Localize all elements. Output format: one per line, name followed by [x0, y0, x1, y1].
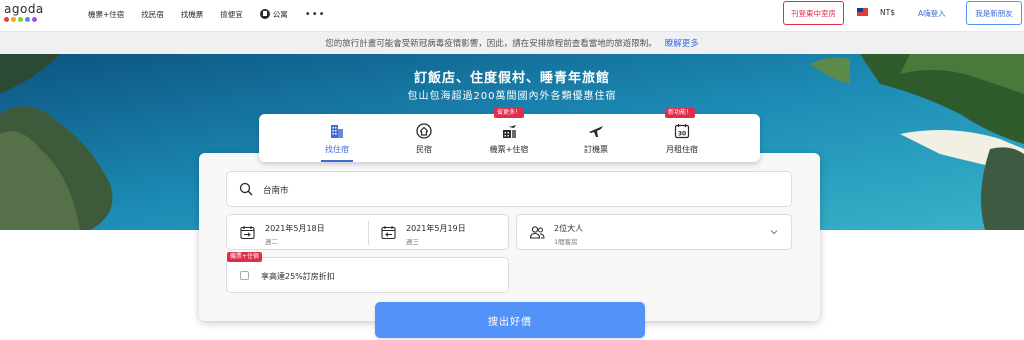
tab-monthly-stays[interactable]: 新功能！ 30 月租住宿	[640, 108, 724, 162]
search-panel: 台南市 2021年5月18日 週二 2021年5月19日 週三 2位大人 1間客…	[199, 153, 820, 321]
login-link[interactable]: A嗨登入	[918, 8, 946, 19]
flight-hotel-icon	[503, 125, 516, 138]
notice-text: 您的旅行計畫可能會受新冠病毒疫情影響，因此，請在安排旅程前查看當地的旅遊限制。	[325, 39, 657, 49]
search-icon	[239, 182, 253, 196]
taiwan-flag-icon[interactable]	[857, 8, 868, 16]
register-button[interactable]: 我是新朋友	[966, 1, 1022, 25]
tab-homes-label: 民宿	[416, 145, 432, 154]
nav-deals[interactable]: 撿便宜	[220, 9, 243, 20]
checkin-date: 2021年5月18日	[265, 224, 325, 233]
house-icon	[416, 123, 432, 139]
airplane-icon	[589, 126, 603, 137]
bundle-option[interactable]: 機票+住宿 享高達25%訂房折扣	[226, 252, 509, 293]
logo-dot	[25, 17, 30, 22]
bundle-label: 享高達25%訂房折扣	[261, 272, 335, 281]
tab-hotels-label: 找住宿	[325, 145, 349, 154]
nav-apartments-label: 公寓	[272, 9, 288, 19]
monthly-stays-badge: 新功能！	[665, 108, 696, 118]
nav-homes[interactable]: 找民宿	[141, 9, 164, 20]
agoda-logo[interactable]: agoda	[4, 2, 46, 30]
checkin-field[interactable]: 2021年5月18日 週二	[227, 215, 368, 251]
logo-dot	[11, 17, 16, 22]
brand-name: agoda	[4, 2, 44, 16]
checkout-day: 週三	[406, 238, 419, 246]
date-picker[interactable]: 2021年5月18日 週二 2021年5月19日 週三	[226, 214, 509, 250]
destination-input[interactable]: 台南市	[226, 171, 792, 207]
calendar-checkin-icon	[240, 226, 255, 240]
hero-subtitle: 包山包海超過200萬間國內外各類優惠住宿	[407, 91, 617, 102]
tab-monthly-stays-label: 月租住宿	[666, 145, 698, 154]
tab-flight-hotel-label: 機票+住宿	[489, 145, 529, 154]
search-button[interactable]: 搜出好價	[375, 302, 645, 338]
hero-title: 訂飯店、住度假村、睡青年旅館	[413, 71, 610, 86]
calendar-30-icon: 30	[674, 124, 690, 139]
tab-flight-hotel[interactable]: 省更多！ 機票+住宿	[467, 108, 551, 162]
checkout-field[interactable]: 2021年5月19日 週三	[368, 215, 509, 251]
guests-rooms: 1間客房	[554, 238, 578, 246]
flight-hotel-badge: 省更多！	[494, 108, 525, 118]
logo-dot	[4, 17, 9, 22]
bundle-checkbox[interactable]	[240, 271, 249, 280]
tab-flights[interactable]: 訂機票	[554, 114, 638, 162]
chevron-down-icon	[770, 230, 778, 235]
more-menu-icon[interactable]: •••	[305, 9, 326, 20]
nav-apartments[interactable]: 公寓	[259, 9, 288, 20]
brand-dots	[4, 17, 37, 22]
logo-dot	[32, 17, 37, 22]
checkin-day: 週二	[265, 238, 278, 246]
guests-selector[interactable]: 2位大人 1間客房	[516, 214, 792, 250]
hotel-icon	[331, 125, 343, 138]
bundle-badge: 機票+住宿	[227, 252, 263, 262]
top-nav: agoda 機票+住宿 找民宿 找機票 撿便宜 公寓 ••• 刊登東中室房 NT…	[0, 0, 1024, 32]
guests-icon	[529, 226, 545, 239]
checkout-date: 2021年5月19日	[406, 224, 466, 233]
nav-flight-hotel[interactable]: 機票+住宿	[88, 9, 124, 20]
tab-hotels[interactable]: 找住宿	[295, 114, 379, 162]
calendar-checkout-icon	[381, 226, 396, 240]
nav-flights[interactable]: 找機票	[181, 9, 204, 20]
list-property-button[interactable]: 刊登東中室房	[783, 1, 844, 25]
destination-value: 台南市	[263, 186, 289, 196]
product-tabs: 找住宿 民宿 省更多！ 機票+住宿 訂機票 新功能！ 30 月租住宿	[259, 108, 760, 162]
nav-links: 機票+住宿 找民宿 找機票 撿便宜 公寓 •••	[88, 0, 343, 28]
svg-text:30: 30	[678, 131, 686, 138]
apartment-icon	[259, 9, 270, 19]
tab-homes[interactable]: 民宿	[382, 114, 466, 162]
covid-notice: 您的旅行計畫可能會受新冠病毒疫情影響，因此，請在安排旅程前查看當地的旅遊限制。 …	[0, 32, 1024, 54]
tab-flights-label: 訂機票	[584, 145, 608, 154]
logo-dot	[18, 17, 23, 22]
currency-selector[interactable]: NT$	[880, 8, 895, 17]
guests-adults: 2位大人	[554, 224, 584, 233]
learn-more-link[interactable]: 瞭解更多	[665, 37, 699, 49]
